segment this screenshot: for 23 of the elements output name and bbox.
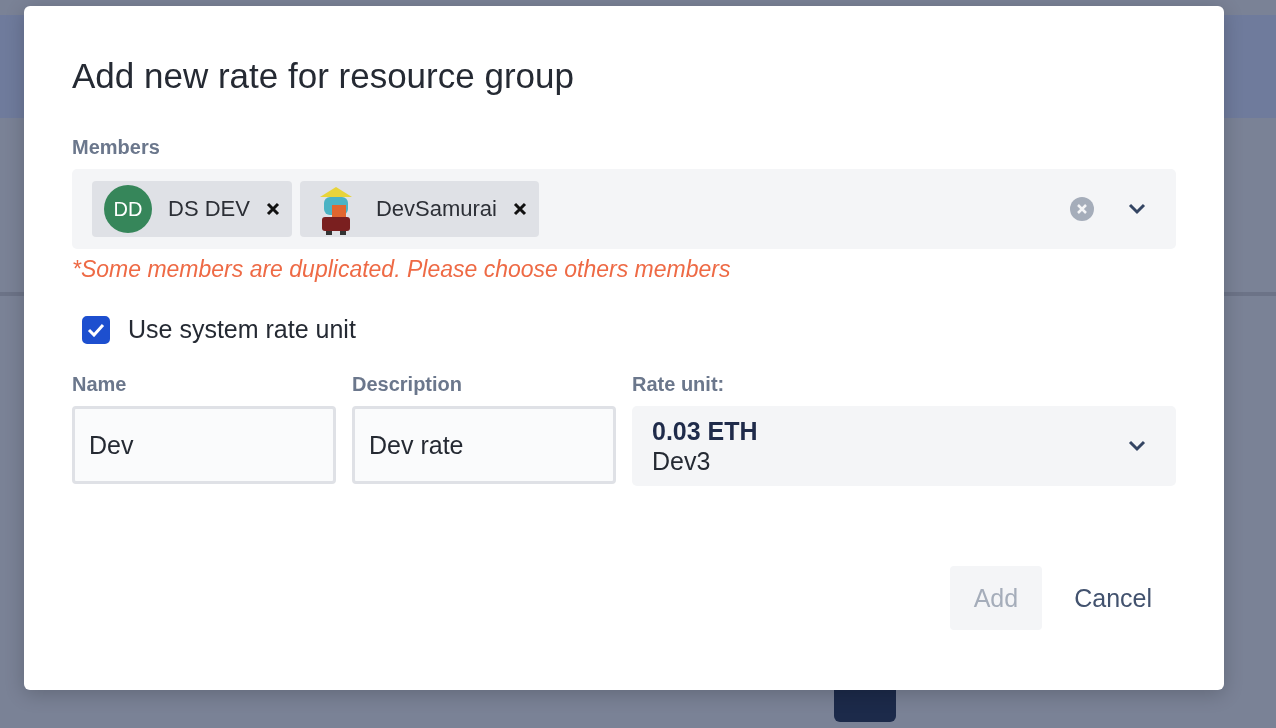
field-label: Description	[352, 372, 464, 396]
text-field[interactable]: Dev rate	[352, 406, 616, 484]
rate-amount: 0.03 ETH	[652, 416, 759, 446]
checkmark-icon	[87, 322, 105, 337]
field-label: Members	[72, 135, 160, 159]
member-name: DevSamurai	[375, 196, 497, 222]
rate-unit-select[interactable]: 0.03 ETH Dev3	[632, 406, 1176, 486]
avatar: DD	[104, 185, 152, 233]
error-message: *Some members are duplicated. Please choose others members	[72, 255, 731, 283]
checkbox[interactable]	[82, 315, 110, 344]
rate-name: Dev3	[652, 446, 712, 476]
remove-icon[interactable]	[265, 202, 280, 216]
remove-icon[interactable]	[512, 202, 527, 216]
chevron-down-icon[interactable]	[1128, 440, 1146, 452]
dialog-button[interactable]: Cancel	[1050, 566, 1176, 630]
members-select[interactable]: DD DS DEV DevSamurai	[72, 169, 1176, 249]
field-label: Name	[72, 372, 128, 396]
chevron-down-icon[interactable]	[1128, 203, 1146, 215]
member-name: DS DEV	[168, 196, 250, 222]
field-label: Rate unit:	[632, 372, 726, 396]
text-field[interactable]: Dev	[72, 406, 336, 484]
checkbox-label: Use system rate unit	[128, 315, 356, 344]
dialog-title: Add new rate for resource group	[72, 55, 575, 97]
